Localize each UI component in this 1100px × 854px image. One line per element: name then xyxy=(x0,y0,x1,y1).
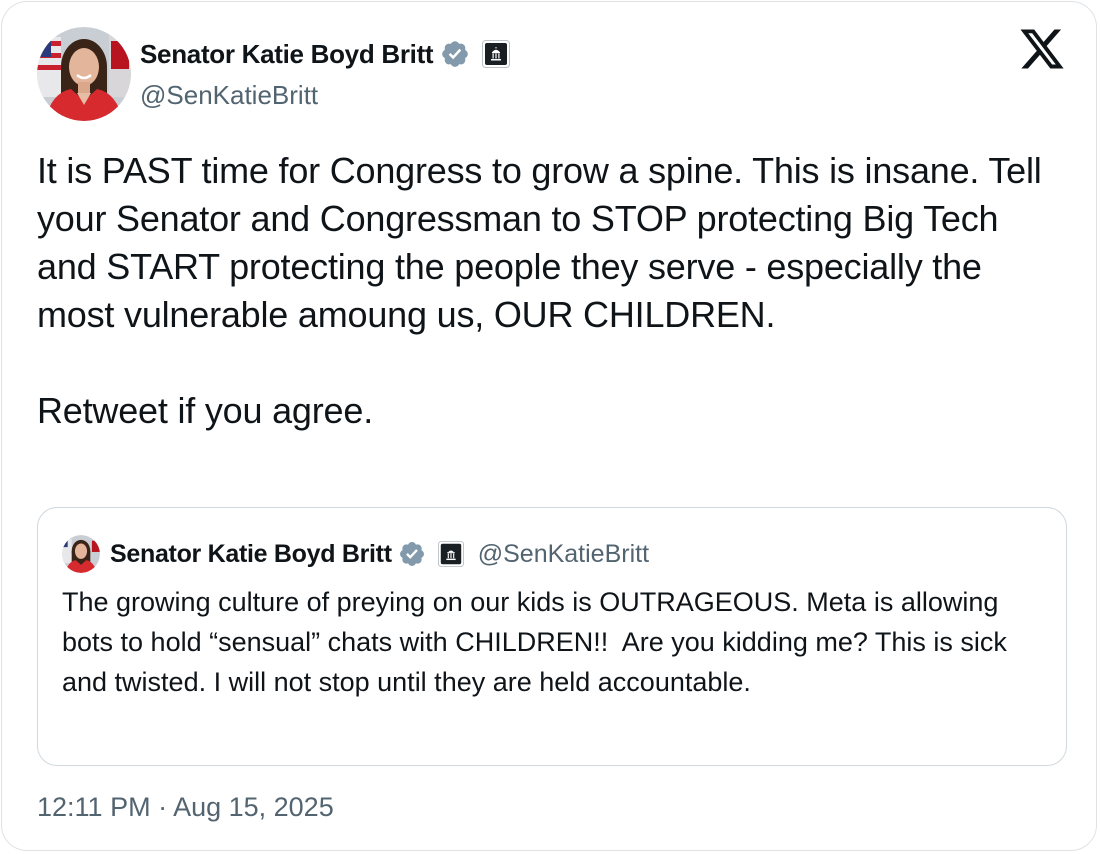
tweet-paragraph: It is PAST time for Congress to grow a s… xyxy=(37,150,1042,335)
verified-badge-icon[interactable] xyxy=(398,540,426,568)
verified-badge-icon[interactable] xyxy=(440,39,470,69)
quoted-tweet-text: The growing culture of preying on our ki… xyxy=(62,587,1015,697)
author-avatar[interactable] xyxy=(37,27,131,121)
quoted-author-display-name[interactable]: Senator Katie Boyd Britt xyxy=(110,540,392,569)
x-logo-icon[interactable] xyxy=(1018,29,1066,73)
author-handle[interactable]: @SenKatieBritt xyxy=(140,80,318,111)
quoted-author-handle[interactable]: @SenKatieBritt xyxy=(478,540,649,569)
tweet-paragraph: Retweet if you agree. xyxy=(37,390,373,431)
author-name-row: Senator Katie Boyd Britt xyxy=(140,35,511,73)
tweet-timestamp[interactable]: 12:11 PM · Aug 15, 2025 xyxy=(37,792,334,823)
quoted-author-avatar[interactable] xyxy=(62,535,100,573)
author-display-name[interactable]: Senator Katie Boyd Britt xyxy=(140,39,434,70)
tweet-body: It is PAST time for Congress to grow a s… xyxy=(37,147,1067,435)
quoted-tweet[interactable]: Senator Katie Boyd Britt @SenKatieBritt … xyxy=(37,507,1067,766)
government-affiliation-icon[interactable] xyxy=(482,40,511,68)
tweet-card: Senator Katie Boyd Britt @SenKatieBritt xyxy=(1,1,1097,851)
government-affiliation-icon[interactable] xyxy=(437,541,464,567)
quoted-tweet-header: Senator Katie Boyd Britt @SenKatieBritt xyxy=(62,535,649,573)
